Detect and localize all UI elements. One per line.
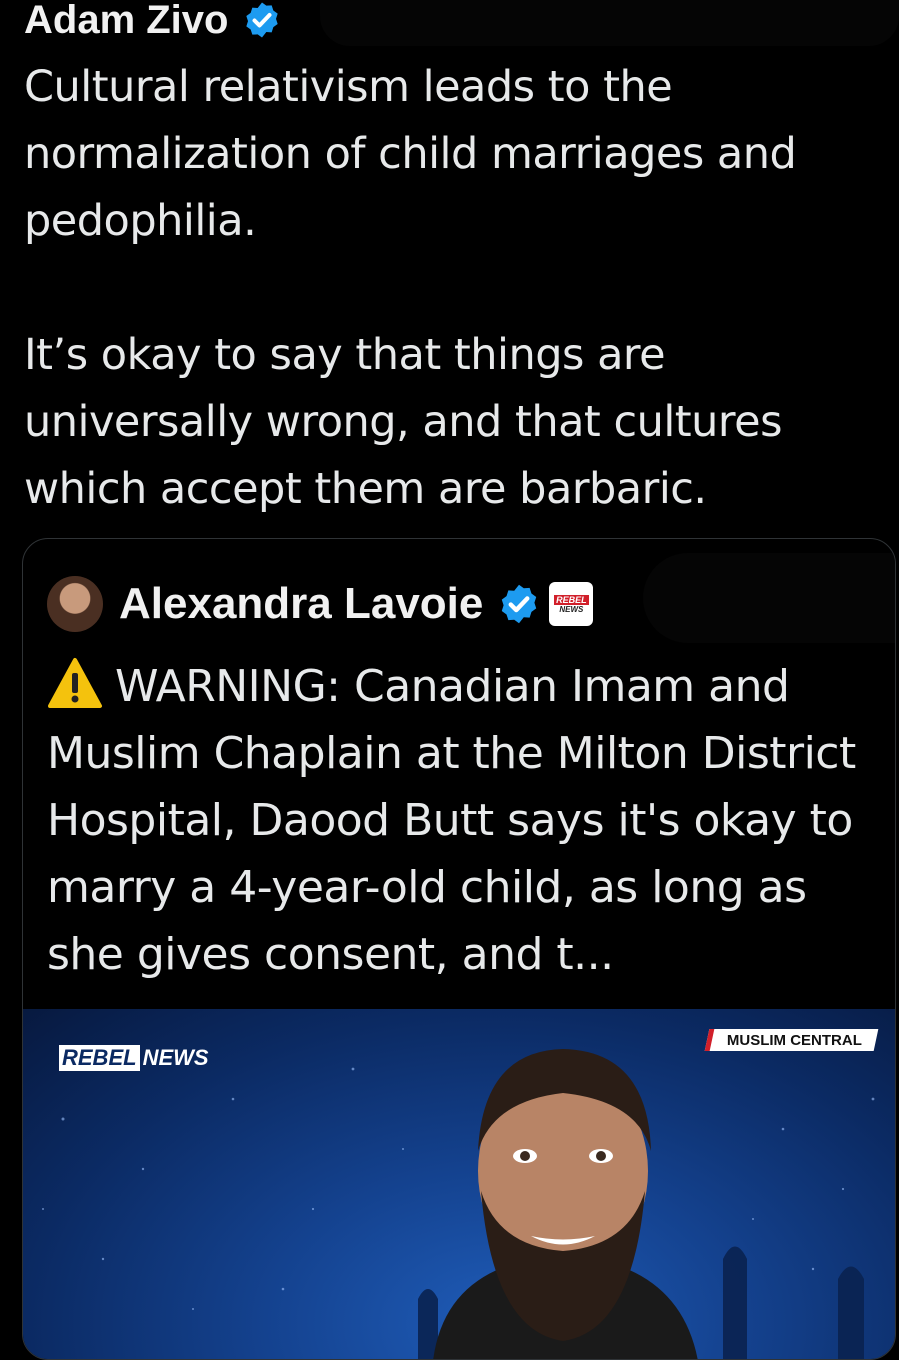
rebel-news-logo: REBEL NEWS	[59, 1045, 209, 1071]
verified-badge-icon	[502, 584, 537, 624]
person-portrait	[433, 1049, 698, 1359]
muslim-central-tag: MUSLIM CENTRAL	[704, 1029, 879, 1051]
quoted-tweet-card[interactable]: Alexandra Lavoie REBEL NEWS WARNING: Can…	[22, 538, 896, 1360]
rebel-badge-rebel: REBEL	[554, 594, 589, 605]
redacted-area	[320, 0, 899, 46]
rebel-news-logo-rebel: REBEL	[59, 1045, 140, 1071]
redacted-area	[643, 553, 895, 643]
rebel-news-logo-news: NEWS	[142, 1045, 209, 1070]
tweet-paragraph: It’s okay to say that things are univers…	[24, 330, 783, 514]
quoted-tweet-media[interactable]: REBEL NEWS MUSLIM CENTRAL	[23, 1009, 895, 1359]
avatar[interactable]	[47, 576, 103, 632]
tweet-body: Cultural relativism leads to the normali…	[24, 54, 874, 523]
rebel-badge-news: NEWS	[559, 604, 584, 614]
rebel-news-badge-icon[interactable]: REBEL NEWS	[549, 582, 594, 626]
tweet-author-name[interactable]: Adam Zivo	[24, 0, 228, 43]
tweet-paragraph: Cultural relativism leads to the normali…	[24, 62, 797, 246]
quoted-tweet-body: WARNING: Canadian Imam and Muslim Chapla…	[47, 661, 856, 980]
warning-icon	[48, 658, 102, 708]
quoted-tweet-text: WARNING: Canadian Imam and Muslim Chapla…	[47, 653, 877, 988]
quoted-tweet-header: Alexandra Lavoie REBEL NEWS	[47, 573, 594, 635]
tweet-author-row[interactable]: Adam Zivo	[24, 0, 282, 48]
quoted-author-name[interactable]: Alexandra Lavoie	[119, 579, 483, 629]
verified-badge-icon	[246, 2, 279, 38]
muslim-central-tag-label: MUSLIM CENTRAL	[726, 1031, 862, 1049]
